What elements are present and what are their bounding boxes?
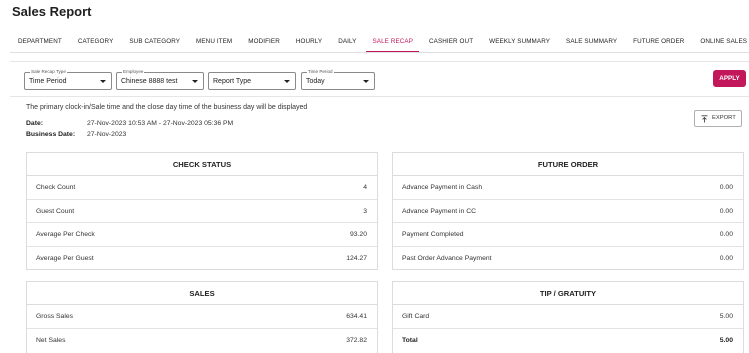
row-label: Average Per Check	[36, 231, 95, 238]
row-label: Total	[402, 336, 418, 344]
row-label: Check Count	[36, 184, 76, 191]
card-title: TIP / GRATUITY	[393, 282, 743, 305]
export-button[interactable]: EXPORT	[694, 110, 742, 127]
row-label: Gift Card	[402, 313, 430, 320]
row-value: 0.00	[719, 184, 733, 191]
time-period-value: Today	[306, 78, 325, 85]
export-label: EXPORT	[712, 115, 736, 121]
row-value: 5.00	[719, 336, 733, 344]
table-row: Guest Count 3	[27, 200, 377, 223]
sales-card: SALES Gross Sales 634.41 Net Sales 372.8…	[26, 281, 378, 353]
table-row: Total 5.00	[393, 329, 743, 353]
apply-button[interactable]: APPLY	[713, 70, 746, 87]
row-label: Advance Payment in Cash	[402, 184, 483, 191]
row-label: Past Order Advance Payment	[402, 254, 492, 262]
row-label: Advance Payment in CC	[402, 207, 477, 215]
table-row: Net Sales 372.82	[27, 329, 377, 353]
tabs-divider	[10, 52, 749, 53]
employee-select[interactable]: Employee Chinese 8888 test	[116, 69, 204, 90]
export-icon	[701, 115, 708, 123]
time-period-select[interactable]: Time Period Today	[301, 69, 375, 90]
future-order-card: FUTURE ORDER Advance Payment in Cash 0.0…	[392, 152, 744, 270]
chevron-down-icon	[284, 80, 290, 83]
business-date-label: Business Date:	[26, 131, 76, 138]
row-label: Gross Sales	[36, 313, 74, 320]
page-title: Sales Report	[12, 4, 92, 19]
table-row: Gift Card 5.00	[393, 305, 743, 329]
row-value: 0.00	[719, 254, 733, 262]
tab-weekly-summary[interactable]: WEEKLY SUMMARY	[481, 36, 558, 52]
employee-label: Employee	[122, 69, 145, 74]
tab-category[interactable]: CATEGORY	[70, 36, 122, 52]
tab-online-sales[interactable]: ONLINE SALES	[692, 36, 749, 52]
row-value: 0.00	[719, 207, 733, 215]
table-row: Average Per Guest 124.27	[27, 247, 377, 271]
tip-gratuity-card: TIP / GRATUITY Gift Card 5.00 Total 5.00	[392, 281, 744, 353]
table-row: Advance Payment in CC 0.00	[393, 200, 743, 223]
tab-modifier[interactable]: MODIFIER	[240, 36, 288, 52]
row-value: 0.00	[719, 231, 733, 238]
tab-sub-category[interactable]: SUB CATEGORY	[121, 36, 188, 52]
tab-department[interactable]: DEPARTMENT	[10, 36, 70, 52]
card-title: SALES	[27, 282, 377, 305]
chevron-down-icon	[363, 80, 369, 83]
business-date-value: 27-Nov-2023	[87, 131, 127, 138]
tab-cashier-out[interactable]: CASHIER OUT	[421, 36, 481, 52]
table-row: Past Order Advance Payment 0.00	[393, 247, 743, 271]
row-label: Average Per Guest	[36, 254, 94, 262]
tab-menu-item[interactable]: MENU ITEM	[188, 36, 240, 52]
row-value: 634.41	[346, 313, 367, 320]
table-row: Check Count 4	[27, 176, 377, 200]
recap-type-label: Sale Recap Type	[30, 69, 67, 74]
table-row: Gross Sales 634.41	[27, 305, 377, 329]
row-value: 372.82	[346, 336, 367, 344]
card-title: CHECK STATUS	[27, 153, 377, 176]
recap-type-value: Time Period	[29, 78, 67, 85]
table-row: Average Per Check 93.20	[27, 223, 377, 247]
row-value: 3	[363, 207, 367, 215]
row-value: 93.20	[349, 231, 367, 238]
employee-value: Chinese 8888 test	[121, 78, 178, 85]
tab-hourly[interactable]: HOURLY	[288, 36, 330, 52]
recap-type-select[interactable]: Sale Recap Type Time Period	[24, 69, 112, 90]
report-tabs: DEPARTMENT CATEGORY SUB CATEGORY MENU IT…	[10, 36, 749, 52]
tab-sale-summary[interactable]: SALE SUMMARY	[558, 36, 625, 52]
tab-daily[interactable]: DAILY	[330, 36, 364, 52]
time-period-label: Time Period	[307, 69, 334, 74]
row-value: 124.27	[346, 254, 367, 262]
table-row: Advance Payment in Cash 0.00	[393, 176, 743, 200]
chevron-down-icon	[192, 80, 198, 83]
row-value: 4	[363, 184, 367, 191]
info-note: The primary clock-in/Sale time and the c…	[26, 104, 308, 111]
table-row: Payment Completed 0.00	[393, 223, 743, 247]
filter-bar: Sale Recap Type Time Period Employee Chi…	[10, 61, 749, 97]
report-type-value: Report Type	[213, 78, 252, 85]
date-label: Date:	[26, 120, 43, 127]
row-label: Net Sales	[36, 336, 66, 344]
report-type-select[interactable]: Report Type	[208, 72, 296, 90]
row-value: 5.00	[719, 313, 733, 320]
chevron-down-icon	[100, 80, 106, 83]
row-label: Guest Count	[36, 207, 75, 215]
row-label: Payment Completed	[402, 231, 464, 238]
tab-sale-recap[interactable]: SALE RECAP	[364, 36, 421, 52]
date-value: 27-Nov-2023 10:53 AM - 27-Nov-2023 05:36…	[87, 120, 234, 127]
card-title: FUTURE ORDER	[393, 153, 743, 176]
check-status-card: CHECK STATUS Check Count 4 Guest Count 3…	[26, 152, 378, 270]
tab-future-order[interactable]: FUTURE ORDER	[625, 36, 692, 52]
